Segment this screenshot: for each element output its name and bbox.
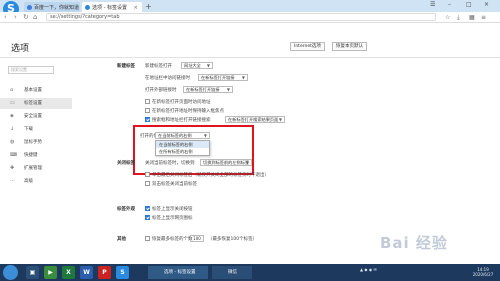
excel-icon[interactable]: X [62,266,75,279]
refresh-icon[interactable]: ↻ [23,13,29,21]
baidu-jingyan-watermark: Bai 经验 [380,234,448,252]
taskbar-settings-window[interactable]: 选项 - 标签设置 [148,266,208,279]
checkbox-keep-focus[interactable] [145,108,150,113]
address-select[interactable]: 在新标签打开链接 ▼ [198,74,248,81]
sidebar-item-advanced[interactable]: ⋯ 高级 [0,176,72,187]
settings-favicon-icon [85,5,90,10]
tray-icons[interactable]: ▲ ◆ ◉ ✉ [360,267,377,272]
settings-search-input[interactable]: 搜索设置 [8,66,54,74]
restore-count-input[interactable]: 100 [190,235,204,242]
section-label-other: 其他 [117,237,126,242]
maximize-icon[interactable]: □ [466,1,472,8]
checkbox-restore-count[interactable] [145,236,150,241]
dropdown-option[interactable]: 在所有标签的右侧 [156,148,209,155]
checkbox-label: 标签上显示关闭按钮 [152,207,193,212]
checkbox-label: 恢复最多标签的个数 [152,237,193,242]
skin-icon[interactable]: ☰ [430,1,435,8]
open-in-label: 打开外部链接时 [145,88,177,93]
tab-icon: ▭ [10,100,15,106]
section-label-close-tab: 关闭标签 [117,161,135,166]
internet-options-button[interactable]: Internet选项 [290,42,325,51]
close-tab-label: 关闭当前标签时，切换到 [145,161,195,166]
section-label-tab-view: 标签外观 [117,207,135,212]
checkbox-search-newtab[interactable] [145,117,150,122]
open-position-select[interactable]: 在当前标签的右侧 ▼ [155,132,210,139]
keyboard-icon: ⌨ [10,152,18,158]
minimize-icon[interactable]: – [448,1,451,8]
chevron-down-icon: ▼ [226,87,230,92]
header-divider [0,57,500,58]
checkbox-keep-open[interactable] [145,172,150,177]
open-in-select[interactable]: 在新标签打开链接 ▼ [183,86,233,93]
tab-close-icon[interactable]: × [134,5,138,11]
chevron-down-icon: ▼ [245,160,249,165]
sidebar-item-security[interactable]: ◈ 安全设置 [0,111,72,122]
taskbar-wechat-window[interactable]: 微信 [212,266,252,279]
tab-settings[interactable]: 选项 - 标签设置 × [82,2,142,12]
new-tab-select[interactable]: 网址大全 ▼ [181,62,213,69]
explorer-icon[interactable]: ▣ [26,266,39,279]
tab-baidu[interactable]: 百度一下，你就知道 × [24,2,90,12]
back-icon[interactable]: ‹ [4,13,7,21]
page-title: 选项 [11,44,30,54]
address-label: 在地址栏中访问链接时 [145,76,190,81]
section-label-new-tab: 新建标签 [117,64,135,69]
checkbox-label: 搜索框和地址栏打开链接搜索 [152,118,211,123]
sidebar-item-basic[interactable]: ⌂ 基本设置 [0,85,72,96]
chevron-down-icon: ▼ [278,117,282,122]
sidebar-item-keyboard[interactable]: ⌨ 快捷键 [0,150,72,161]
chevron-down-icon: ▼ [206,63,210,68]
checkbox-label: 标签上显示网页图标 [152,216,193,221]
dropdown-option[interactable]: 在当前标签的右侧 [156,141,209,148]
ppt-icon[interactable]: P [98,266,111,279]
start-button-icon[interactable] [3,265,18,280]
download-icon[interactable]: ⤓ [457,14,460,22]
browser-task-icon[interactable]: S [116,266,129,279]
browser-titlebar: S 百度一下，你就知道 × 选项 - 标签设置 × + ☰ – □ × [0,0,500,17]
checkbox-dblclick-close[interactable] [145,181,150,186]
windows-taskbar: ▣ ▶ X W P S 选项 - 标签设置 微信 ▲ ◆ ◉ ✉ 14:19 2… [0,264,500,281]
address-bar: ‹ › ↻ ⌂ se://settings/?category=tab ☆ ⤓ … [0,12,500,23]
url-input[interactable]: se://settings/?category=tab [46,13,436,21]
sidebar-item-mouse[interactable]: ◍ 鼠标手势 [0,137,72,148]
sidebar-item-extensions[interactable]: ✚ 扩展管理 [0,163,72,174]
close-tab-select[interactable]: 切换到标签前的左侧标签 ▼ [200,159,252,166]
media-icon[interactable]: ▶ [44,266,57,279]
more-icon: ⋯ [10,178,15,184]
favorites-icon[interactable]: ☆ [445,14,450,21]
search-result-select[interactable]: 在新标签打开搜索结果页面 ▼ [225,116,285,123]
clock[interactable]: 14:19 2020/6/27 [468,267,498,277]
extensions-icon[interactable]: ▦ [469,14,475,21]
baidu-favicon-icon [27,5,32,10]
new-tab-icon[interactable]: + [145,2,152,11]
new-tab-label: 新建标签打开 [145,64,172,69]
forward-icon[interactable]: › [14,13,17,21]
download-icon: ↓ [10,126,15,132]
home-icon: ⌂ [10,87,14,93]
checkbox-open-access[interactable] [145,99,150,104]
home-icon[interactable]: ⌂ [33,13,37,21]
checkbox-label: 双击标签关闭当前标签 [152,182,197,187]
tab-label: 选项 - 标签设置 [92,5,127,11]
checkbox-label: 在新标签打开地址时保持输入框焦点 [152,109,224,114]
puzzle-icon: ✚ [10,165,15,171]
restore-defaults-button[interactable]: 恢复本页默认 [332,42,367,51]
menu-icon[interactable]: ≡ [481,14,486,21]
shield-icon: ◈ [10,113,14,119]
tab-label: 百度一下，你就知道 [34,5,80,11]
chevron-down-icon: ▼ [203,133,207,138]
checkbox-label: 在新标签打开页面时访问地址 [152,100,211,105]
word-icon[interactable]: W [80,266,93,279]
close-window-icon[interactable]: × [484,1,489,8]
mouse-icon: ◍ [10,139,15,145]
checkbox-show-favicon[interactable] [145,215,150,220]
open-position-dropdown: 在当前标签的右侧 在所有标签的右侧 [155,140,210,156]
restore-count-note: （最多恢复100个标签） [208,237,258,242]
checkbox-label: 单击最后关闭标签后（就仅开关闭全部的标签页时不退出） [152,173,269,178]
chevron-down-icon: ▼ [241,75,245,80]
checkbox-show-close[interactable] [145,206,150,211]
sidebar-item-download[interactable]: ↓ 下载 [0,124,72,135]
sidebar-item-tab[interactable]: ▭ 标签设置 [0,98,72,109]
